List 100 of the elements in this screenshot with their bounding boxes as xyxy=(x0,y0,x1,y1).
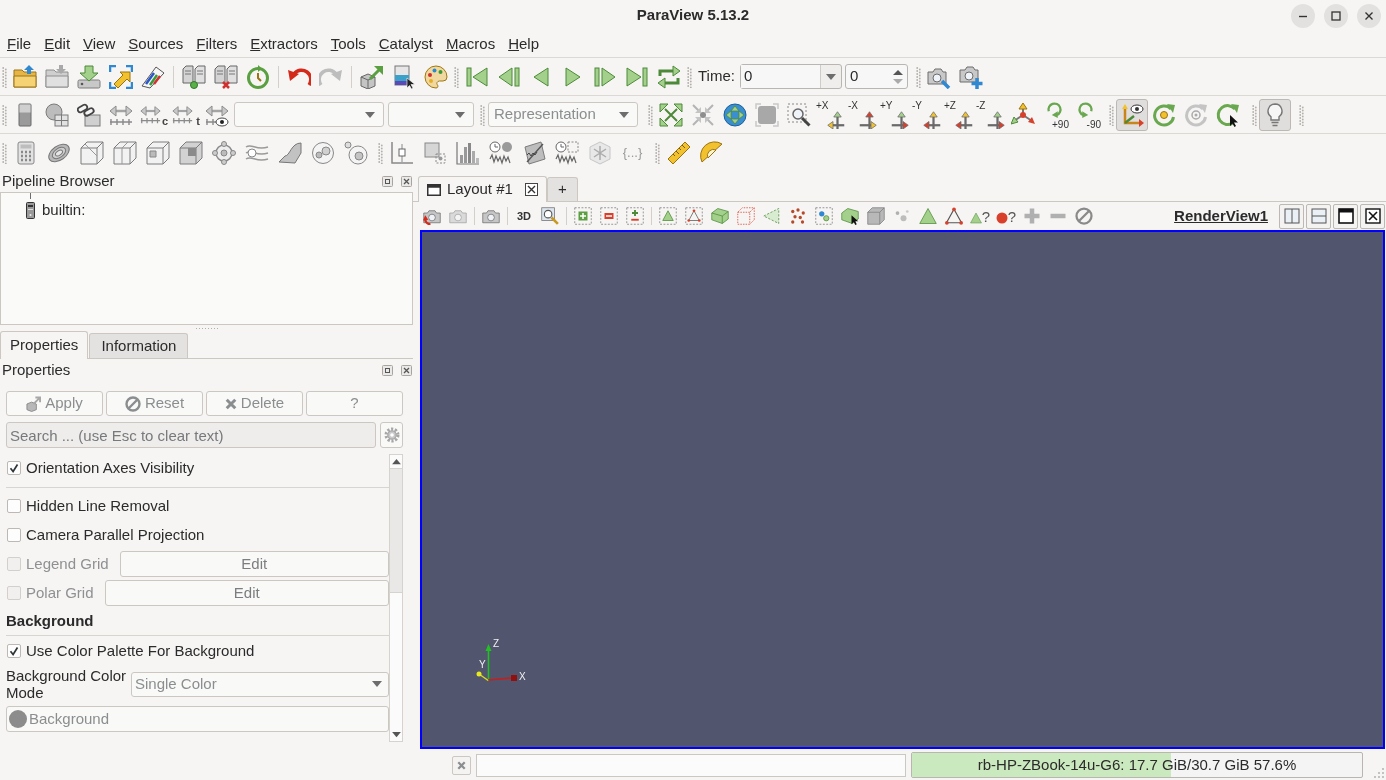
view-direction-button[interactable]: +Y xyxy=(879,98,911,131)
grip-icon[interactable] xyxy=(1109,103,1114,126)
camera-undo-icon[interactable] xyxy=(423,207,441,225)
loop-icon[interactable] xyxy=(657,64,681,89)
cube-icon[interactable] xyxy=(867,207,885,225)
clock-wave-icon[interactable] xyxy=(554,140,579,165)
protractor-icon[interactable] xyxy=(699,140,724,165)
grip-icon[interactable] xyxy=(480,103,485,126)
menu-item[interactable]: Sources xyxy=(128,34,184,54)
dashed-wedge-icon[interactable] xyxy=(763,207,781,225)
grip-icon[interactable] xyxy=(915,65,921,88)
surface-icon[interactable] xyxy=(277,140,302,165)
rotate-button[interactable]: -90 xyxy=(1071,98,1103,131)
previous-frame-icon[interactable] xyxy=(497,64,521,89)
close-icon[interactable] xyxy=(401,364,412,376)
folder-icon[interactable] xyxy=(13,64,37,89)
circular-arrow-icon[interactable] xyxy=(1152,102,1176,127)
time-combo[interactable]: 0 xyxy=(739,64,842,89)
settings-button[interactable] xyxy=(380,422,403,448)
split-horizontal-button[interactable] xyxy=(1279,203,1304,229)
ruler-icon[interactable] xyxy=(666,140,691,165)
add-selection-icon[interactable] xyxy=(574,207,592,225)
range-eye-icon[interactable] xyxy=(205,102,229,127)
squares-icon[interactable] xyxy=(422,140,447,165)
tab[interactable]: Properties xyxy=(0,331,89,359)
caret-up-icon[interactable] xyxy=(391,458,401,465)
download-icon[interactable] xyxy=(77,64,101,89)
view-direction-button[interactable]: +X xyxy=(815,98,847,131)
arrow-frame-icon[interactable] xyxy=(109,64,133,89)
tab[interactable]: + xyxy=(546,177,578,201)
menu-item[interactable]: Tools xyxy=(330,34,366,54)
float-icon[interactable] xyxy=(382,176,393,187)
tree-item[interactable]: builtin: xyxy=(42,199,86,222)
axes-icon[interactable] xyxy=(1011,102,1035,127)
subtract-selection-icon[interactable] xyxy=(600,207,618,225)
folder-icon[interactable] xyxy=(45,64,69,89)
hover-query-button[interactable]: ? xyxy=(967,203,993,229)
view-mode-button[interactable]: 3D xyxy=(511,203,537,229)
checkbox[interactable] xyxy=(7,461,21,475)
cube-icon[interactable] xyxy=(178,140,203,165)
magnifier-icon[interactable] xyxy=(541,207,559,225)
tab[interactable]: Layout #1 xyxy=(418,176,547,202)
globe-arrows-icon[interactable] xyxy=(723,102,747,127)
grip-icon[interactable] xyxy=(1252,103,1257,126)
menu-item[interactable]: Macros xyxy=(445,34,496,54)
grip-icon[interactable] xyxy=(454,65,459,88)
box-icon[interactable] xyxy=(711,207,729,225)
close-button[interactable] xyxy=(1360,203,1385,229)
palette-icon[interactable] xyxy=(424,64,448,89)
histogram-icon[interactable] xyxy=(455,140,480,165)
expand-arrows-icon[interactable] xyxy=(659,102,683,127)
search-field[interactable]: Search ... (use Esc to clear text) xyxy=(6,422,376,448)
menu-item[interactable]: Filters xyxy=(196,34,238,54)
grip-icon[interactable] xyxy=(655,141,660,164)
sphere-target-icon[interactable] xyxy=(211,140,236,165)
scrollbar[interactable] xyxy=(389,454,403,742)
checkbox[interactable] xyxy=(7,644,21,658)
star-cube-icon[interactable] xyxy=(587,140,612,165)
grip-icon[interactable] xyxy=(378,141,383,164)
grip-icon[interactable] xyxy=(2,65,7,88)
dotted-cube-icon[interactable] xyxy=(737,207,755,225)
plus-icon[interactable] xyxy=(1023,207,1041,225)
range-button[interactable]: c xyxy=(137,98,169,131)
close-icon[interactable] xyxy=(524,183,538,196)
menu-item[interactable]: View xyxy=(83,34,116,54)
color-bars-icon[interactable] xyxy=(141,64,165,89)
first-frame-icon[interactable] xyxy=(465,64,489,89)
box-arrow-icon[interactable] xyxy=(360,64,384,89)
camera-plus-icon[interactable] xyxy=(958,64,983,89)
collapse-arrows-icon[interactable] xyxy=(691,102,715,127)
next-frame-icon[interactable] xyxy=(593,64,617,89)
plot-line-icon[interactable] xyxy=(389,140,414,165)
hover-query-button[interactable]: ? xyxy=(993,203,1019,229)
grip-icon[interactable] xyxy=(194,326,219,330)
maximize-button[interactable] xyxy=(1333,203,1358,229)
rotate-button[interactable]: +90 xyxy=(1039,98,1071,131)
gradient-icon[interactable] xyxy=(392,64,416,89)
checkbox[interactable] xyxy=(7,528,21,542)
link-icon[interactable] xyxy=(77,102,101,127)
maximize-icon[interactable] xyxy=(1324,3,1348,28)
menu-item[interactable]: File xyxy=(7,34,32,54)
square-icon[interactable] xyxy=(755,102,779,127)
view-direction-button[interactable]: +Z xyxy=(943,98,975,131)
cube-icon[interactable] xyxy=(112,140,137,165)
zoom-box-icon[interactable] xyxy=(787,102,811,127)
no-entry-icon[interactable] xyxy=(1075,207,1093,225)
cube-icon[interactable] xyxy=(79,140,104,165)
triangle-icon[interactable] xyxy=(919,207,937,225)
menu-item[interactable]: Catalyst xyxy=(378,34,433,54)
chart-slash-icon[interactable] xyxy=(521,140,546,165)
range-button[interactable]: t xyxy=(169,98,201,131)
menu-item[interactable]: Edit xyxy=(44,34,71,54)
view-direction-button[interactable]: -Z xyxy=(975,98,1007,131)
server-icon[interactable] xyxy=(214,64,238,89)
clock-icon[interactable] xyxy=(246,64,270,89)
clock-wave-icon[interactable] xyxy=(488,140,513,165)
circles-icon[interactable] xyxy=(343,140,368,165)
close-icon[interactable] xyxy=(401,176,412,187)
dashed-dots-icon[interactable] xyxy=(815,207,833,225)
last-frame-icon[interactable] xyxy=(625,64,649,89)
